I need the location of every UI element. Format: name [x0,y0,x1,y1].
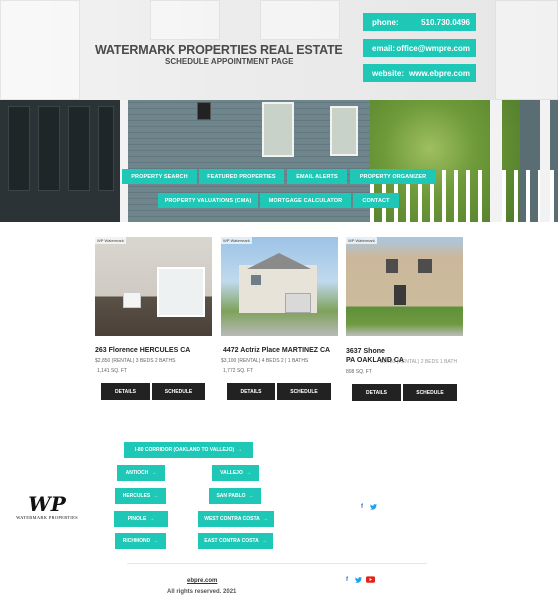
arrow-right-icon: → [153,493,159,499]
phone-label: phone: [372,17,399,27]
arrow-right-icon: → [151,470,157,476]
header-background-panel [150,0,220,40]
arrow-right-icon: → [248,493,254,499]
listing-sqft: 1,772 SQ. FT [223,368,254,374]
link-pinole[interactable]: PINOLE → [114,511,168,527]
website-value: www.ebpre.com [408,68,470,78]
arrow-right-icon: → [261,538,267,544]
email-contact[interactable]: email: office@wmpre.com [363,39,476,57]
nav-email-alerts[interactable]: EMAIL ALERTS [287,169,347,184]
listing-details-line: $2,850 (RENTAL) 3 BEDS 2 BATHS [95,358,176,364]
footer-divider [127,563,427,564]
header: WATERMARK PROPERTIES REAL ESTATE SCHEDUL… [0,0,558,100]
link-hercules[interactable]: HERCULES → [115,488,166,504]
facebook-icon[interactable]: f [346,577,348,583]
listing-logo: WP Watermark [346,237,377,244]
listing-logo: WP Watermark [221,237,252,244]
nav-featured-properties[interactable]: FEATURED PROPERTIES [199,169,284,184]
schedule-button[interactable]: SCHEDULE [277,383,331,400]
listing-address-line2: PA OAKLAND CA [346,357,404,364]
listing-photo[interactable]: WP Watermark [346,237,463,336]
hero-window [330,106,358,156]
footer-site-link[interactable]: ebpre.com [187,578,217,584]
listing-address: 4472 Actriz Place MARTINEZ CA [223,347,331,354]
details-button[interactable]: DETAILS [227,383,275,400]
footer-copyright: All rights reserved. 2021 [167,589,237,595]
website-contact[interactable]: website: www.ebpre.com [363,64,476,82]
listing-details-line: $3,100 (RENTAL) 4 BEDS 2 | 1 BATHS [221,358,309,364]
nav-contact[interactable]: CONTACT [353,193,399,208]
link-label: WEST CONTRA COSTA [204,516,260,522]
facebook-icon[interactable]: f [361,504,363,510]
nav-mortgage-calculator[interactable]: MORTGAGE CALCULATOR [260,193,351,208]
link-label: VALLEJO [220,470,243,476]
hero-door-image [0,100,120,222]
link-label: HERCULES [122,493,151,499]
link-label: ANTIOCH [125,470,149,476]
link-label: EAST CONTRA COSTA [204,538,259,544]
twitter-icon[interactable] [355,577,362,585]
nav-property-valuations[interactable]: PROPERTY VALUATIONS (CMA) [158,193,258,208]
logo-mark: WP [28,492,66,516]
arrow-right-icon: → [153,538,159,544]
porch-post [120,100,128,222]
phone-value: 510.730.0496 [421,17,470,27]
listing-address: 263 Florence HERCULES CA [95,347,191,354]
arrow-right-icon: → [245,470,251,476]
link-label: RICHMOND [122,538,151,544]
porch-post [540,100,550,222]
hero-banner: PROPERTY SEARCH FEATURED PROPERTIES EMAI… [0,100,558,222]
listing-photo[interactable]: WP Watermark [95,237,212,336]
youtube-icon[interactable] [366,576,375,585]
listing-address-line1: 3637 Shone [346,348,385,355]
link-east-contra-costa[interactable]: EAST CONTRA COSTA → [198,533,273,549]
link-label: PINOLE [127,516,147,522]
watermark-logo[interactable]: WP WATERMARK PROPERTIES [14,494,80,520]
listing-sqft: 1,141 SQ. FT [97,368,128,374]
phone-contact[interactable]: phone: 510.730.0496 [363,13,476,31]
arrow-right-icon: → [149,516,155,522]
nav-property-search[interactable]: PROPERTY SEARCH [122,169,197,184]
link-antioch[interactable]: ANTIOCH → [117,465,165,481]
schedule-button[interactable]: SCHEDULE [403,384,457,401]
nav-property-organizer[interactable]: PROPERTY ORGANIZER [350,169,436,184]
logo-text: WATERMARK PROPERTIES [16,515,78,520]
link-label: SAN PABLO [216,493,246,499]
email-label: email: [372,43,396,53]
page-subtitle: SCHEDULE APPOINTMENT PAGE [165,57,294,66]
header-background-panel [260,0,340,40]
link-san-pablo[interactable]: SAN PABLO → [209,488,261,504]
link-i80-corridor[interactable]: I-80 CORRIDOR (OAKLAND TO VALLEJO) → [124,442,253,458]
listing-logo: WP Watermark [95,237,126,244]
listing-sqft: 808 SQ. FT [346,369,372,375]
link-west-contra-costa[interactable]: WEST CONTRA COSTA → [198,511,274,527]
details-button[interactable]: DETAILS [352,384,401,401]
porch-post [490,100,502,222]
link-richmond[interactable]: RICHMOND → [115,533,166,549]
porch-lamp [197,102,211,120]
details-button[interactable]: DETAILS [101,383,150,400]
header-background-panel [0,0,80,100]
header-background-panel [495,0,558,100]
link-vallejo[interactable]: VALLEJO → [212,465,259,481]
arrow-right-icon: → [262,516,268,522]
site-title: WATERMARK PROPERTIES REAL ESTATE [95,43,343,57]
arrow-right-icon: → [237,447,243,453]
schedule-button[interactable]: SCHEDULE [152,383,205,400]
listing-photo[interactable]: WP Watermark [221,237,338,336]
twitter-icon[interactable] [370,504,377,512]
website-label: website: [372,68,405,78]
hero-window [262,102,294,157]
email-value: office@wmpre.com [396,43,470,53]
link-label: I-80 CORRIDOR (OAKLAND TO VALLEJO) [134,447,235,453]
